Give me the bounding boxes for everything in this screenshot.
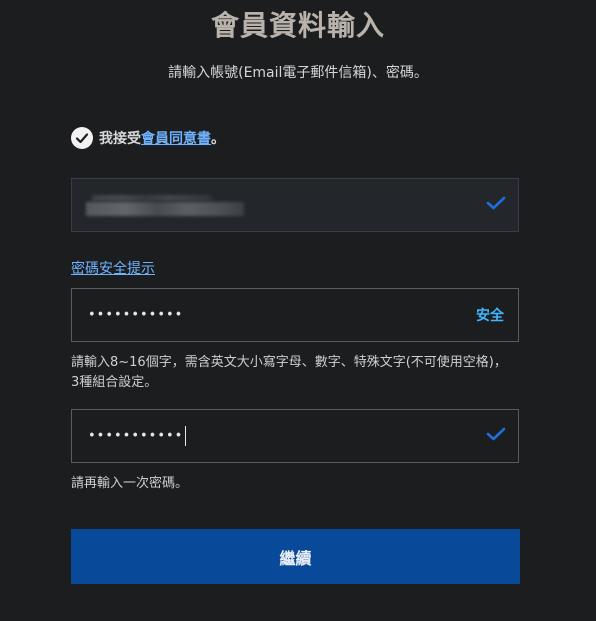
confirm-password-input[interactable]: ••••••••••• [71,409,519,463]
redacted-account-value [92,195,212,201]
page-title: 會員資料輸入 [210,9,385,42]
page-subtitle: 請輸入帳號(Email電子郵件信箱)、密碼。 [168,65,428,81]
password-tips-link[interactable]: 密碼安全提示 [71,258,155,278]
confirm-password-value: ••••••••••• [88,428,184,444]
agreement-row[interactable]: 我接受 會員同意書。 [71,127,225,149]
password-help-text: 請輸入8~16個字，需含英文大小寫字母、數字、特殊文字(不可使用空格)，3種組合… [71,355,507,390]
confirm-password-help-text: 請再輸入一次密碼。 [71,476,189,491]
valid-check-icon [486,195,506,215]
checkmark-icon [75,133,89,144]
confirm-password-value-wrap: ••••••••••• [88,426,187,446]
account-input[interactable] [71,178,519,232]
password-input[interactable]: ••••••••••• 安全 [71,288,519,342]
continue-button[interactable]: 繼續 [71,529,520,584]
agreement-suffix: 。 [211,131,225,147]
redacted-account-value-line [86,202,244,216]
agreement-checkbox[interactable] [71,127,93,149]
valid-check-icon [486,426,506,446]
terms-link[interactable]: 會員同意書 [141,128,211,148]
agreement-prefix: 我接受 [99,131,141,147]
password-value: ••••••••••• [88,307,184,323]
text-caret [185,426,187,446]
password-strength-label: 安全 [476,308,504,324]
